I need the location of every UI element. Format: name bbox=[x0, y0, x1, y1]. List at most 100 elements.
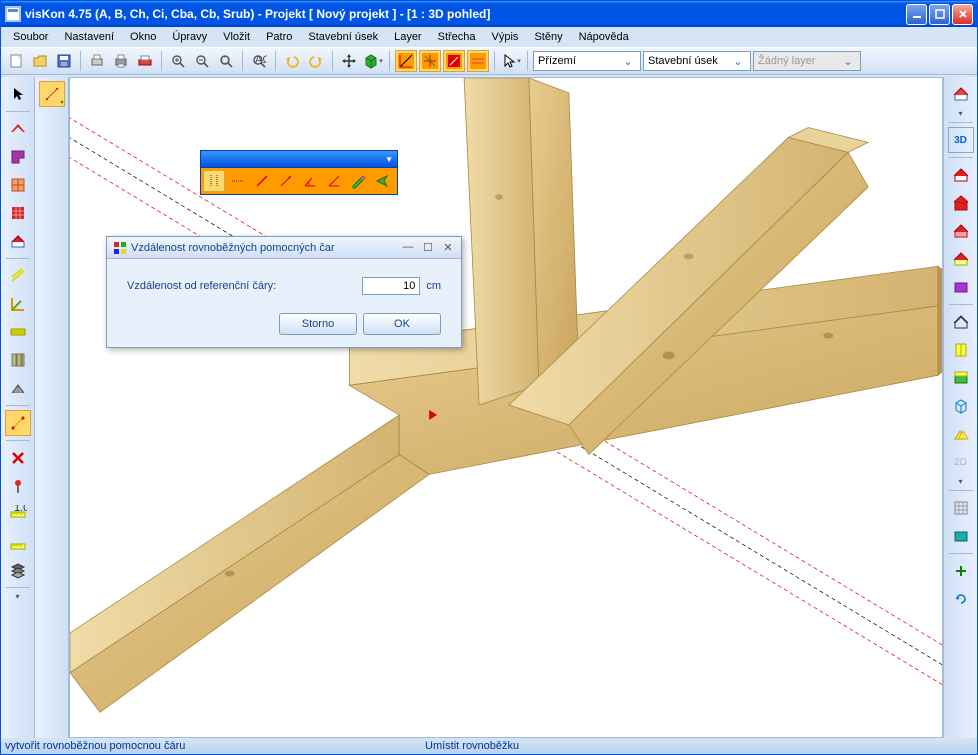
mode-4-button[interactable] bbox=[467, 50, 489, 72]
zoom-window-button[interactable] bbox=[215, 50, 237, 72]
roof-red-tool[interactable] bbox=[5, 116, 31, 142]
layers-tool[interactable] bbox=[5, 557, 31, 583]
ft-angle-tool[interactable] bbox=[299, 170, 321, 192]
yellow-lines-tool[interactable] bbox=[5, 263, 31, 289]
house-red2-tool[interactable] bbox=[948, 190, 974, 216]
menu-insert[interactable]: Vložit bbox=[217, 29, 256, 45]
plus-tool[interactable] bbox=[948, 558, 974, 584]
rt-expand-1[interactable]: ▾ bbox=[958, 109, 962, 118]
grid-tool[interactable] bbox=[948, 495, 974, 521]
pin-tool[interactable] bbox=[5, 473, 31, 499]
menu-file[interactable]: Soubor bbox=[7, 29, 54, 45]
mode-3-button[interactable] bbox=[443, 50, 465, 72]
distance-input[interactable] bbox=[362, 277, 420, 295]
titlebar: visKon 4.75 (A, B, Ch, Ci, Cba, Cb, Srub… bbox=[1, 1, 977, 27]
viewport-3d[interactable]: ▼ Vzdálenost rovnoběžných pomocných čar bbox=[69, 77, 943, 738]
mode-2-button[interactable] bbox=[419, 50, 441, 72]
guideline-tool[interactable] bbox=[5, 410, 31, 436]
close-button[interactable] bbox=[952, 4, 973, 25]
dialog-title-text: Vzdálenost rovnoběžných pomocných čar bbox=[131, 242, 401, 254]
house-yellow-tool[interactable] bbox=[948, 246, 974, 272]
board-tool[interactable] bbox=[5, 319, 31, 345]
parallel-line-tool[interactable]: ▾ bbox=[39, 81, 65, 107]
shape-purple-tool[interactable] bbox=[5, 144, 31, 170]
menu-roof[interactable]: Střecha bbox=[432, 29, 482, 45]
rt-expand-2[interactable]: ▾ bbox=[958, 477, 962, 486]
yellow-triangles-tool[interactable] bbox=[948, 421, 974, 447]
toolbox-expand[interactable]: ▾ bbox=[15, 592, 19, 601]
dialog-minimize-button[interactable]: — bbox=[401, 241, 415, 254]
ft-angle2-tool[interactable] bbox=[323, 170, 345, 192]
export-button[interactable] bbox=[134, 50, 156, 72]
minimize-button[interactable] bbox=[906, 4, 927, 25]
zoom-in-button[interactable] bbox=[167, 50, 189, 72]
angle-tool[interactable] bbox=[5, 291, 31, 317]
undo-button[interactable] bbox=[281, 50, 303, 72]
measure-tool[interactable]: 1.0 bbox=[5, 501, 31, 527]
cursor-button[interactable]: ▾ bbox=[500, 50, 522, 72]
ft-dotted-h-tool[interactable] bbox=[227, 170, 249, 192]
print-preview-button[interactable] bbox=[86, 50, 108, 72]
menu-edit[interactable]: Úpravy bbox=[166, 29, 213, 45]
house-red3-tool[interactable] bbox=[948, 218, 974, 244]
cancel-button[interactable]: Storno bbox=[279, 313, 357, 335]
teal-block-tool[interactable] bbox=[948, 523, 974, 549]
purple-block-tool[interactable] bbox=[948, 274, 974, 300]
left-toolbox-2: ▾ bbox=[35, 77, 69, 738]
window-tool[interactable] bbox=[5, 172, 31, 198]
ruler-yellow-tool[interactable] bbox=[5, 529, 31, 555]
redo-button[interactable] bbox=[305, 50, 327, 72]
menu-walls[interactable]: Stěny bbox=[528, 29, 568, 45]
wireframe-tool[interactable] bbox=[948, 393, 974, 419]
house-red1-tool[interactable] bbox=[948, 162, 974, 188]
dialog-close-button[interactable]: ✕ bbox=[441, 241, 455, 254]
refresh-tool[interactable] bbox=[948, 586, 974, 612]
open-button[interactable] bbox=[29, 50, 51, 72]
green-block-tool[interactable] bbox=[948, 365, 974, 391]
ft-edit-tool[interactable] bbox=[347, 170, 369, 192]
save-button[interactable] bbox=[53, 50, 75, 72]
red-tile-tool[interactable] bbox=[5, 200, 31, 226]
section-combo-value: Stavební úsek bbox=[648, 55, 718, 67]
2d-tool[interactable]: 2D bbox=[948, 449, 974, 475]
floor-combo[interactable]: Přízemí⌄ bbox=[533, 51, 641, 71]
dialog-maximize-button[interactable]: ☐ bbox=[421, 241, 435, 254]
ft-send-tool[interactable] bbox=[371, 170, 393, 192]
menu-settings[interactable]: Nastavení bbox=[58, 29, 120, 45]
zoom-out-button[interactable] bbox=[191, 50, 213, 72]
menu-window[interactable]: Okno bbox=[124, 29, 162, 45]
wall-tool[interactable] bbox=[5, 375, 31, 401]
3d-tool[interactable]: 3D bbox=[948, 127, 974, 153]
print-button[interactable] bbox=[110, 50, 132, 72]
mode-1-button[interactable] bbox=[395, 50, 417, 72]
ok-button[interactable]: OK bbox=[363, 313, 441, 335]
layer-combo-value: Žádný layer bbox=[758, 55, 815, 67]
dialog-titlebar[interactable]: Vzdálenost rovnoběžných pomocných čar — … bbox=[107, 237, 461, 259]
beams-tool[interactable] bbox=[5, 347, 31, 373]
box-button[interactable]: ▾ bbox=[362, 50, 384, 72]
menu-layer[interactable]: Layer bbox=[388, 29, 428, 45]
book-tool[interactable] bbox=[948, 337, 974, 363]
house-frame-tool[interactable] bbox=[948, 309, 974, 335]
menu-help[interactable]: Nápověda bbox=[573, 29, 635, 45]
ft-red-line-tool[interactable] bbox=[251, 170, 273, 192]
maximize-button[interactable] bbox=[929, 4, 950, 25]
new-button[interactable] bbox=[5, 50, 27, 72]
distance-unit: cm bbox=[426, 280, 441, 292]
zoom-all-button[interactable]: AΩ bbox=[248, 50, 270, 72]
menu-floor[interactable]: Patro bbox=[260, 29, 298, 45]
menu-section[interactable]: Stavební úsek bbox=[302, 29, 384, 45]
move-button[interactable] bbox=[338, 50, 360, 72]
section-combo[interactable]: Stavební úsek⌄ bbox=[643, 51, 751, 71]
status-left: vytvořit rovnoběžnou pomocnou čáru bbox=[5, 740, 425, 752]
house-tool[interactable] bbox=[5, 228, 31, 254]
arrow-tool[interactable] bbox=[5, 81, 31, 107]
floating-toolbar[interactable]: ▼ bbox=[200, 150, 398, 195]
ft-arrow-line-tool[interactable] bbox=[275, 170, 297, 192]
house-view-tool[interactable] bbox=[948, 81, 974, 107]
menu-list[interactable]: Výpis bbox=[486, 29, 525, 45]
ft-dotted-v-tool[interactable] bbox=[203, 170, 225, 192]
main-toolbar: AΩ ▾ ▾ Přízemí⌄ Stavební úsek⌄ Žádný lay… bbox=[1, 47, 977, 75]
floating-toolbar-title[interactable]: ▼ bbox=[200, 150, 398, 168]
red-x-tool[interactable] bbox=[5, 445, 31, 471]
